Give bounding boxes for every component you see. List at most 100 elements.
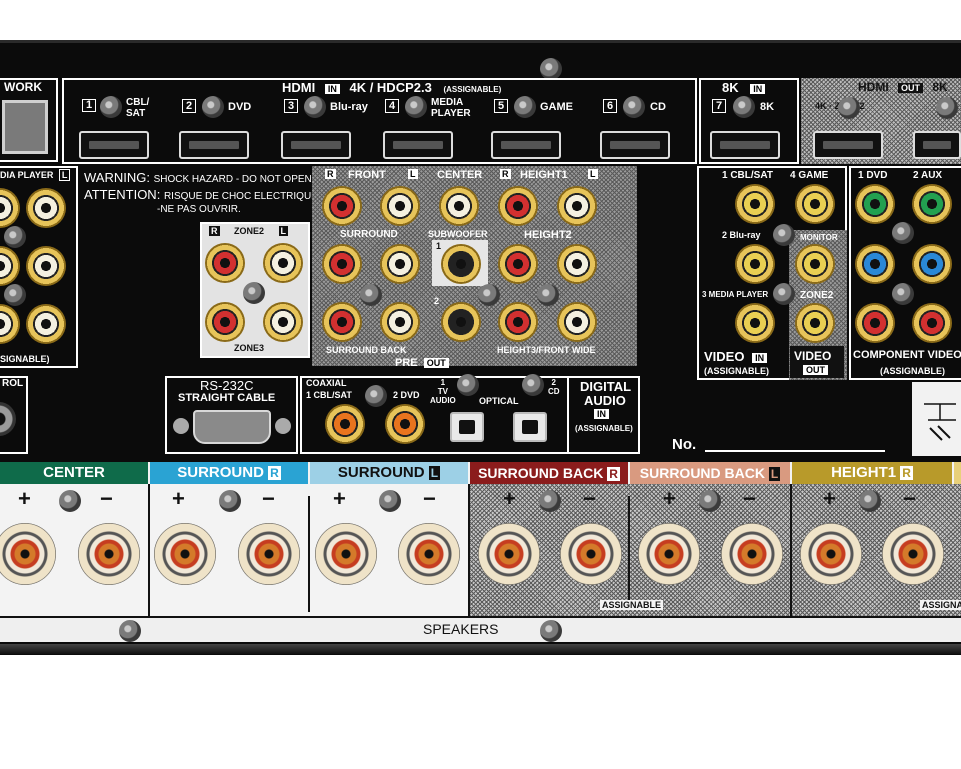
left-panel-title: DIA PLAYER [0, 170, 54, 180]
screw [4, 226, 26, 248]
hdmi-in-5[interactable] [491, 131, 561, 159]
optical-1-label: 1 TV AUDIO [430, 378, 456, 405]
zone3-r-jack[interactable] [205, 302, 245, 342]
hdmi-in-7[interactable] [710, 131, 780, 159]
screw [119, 620, 141, 642]
screw [514, 96, 536, 118]
hdmi-out-title: HDMI [858, 80, 889, 94]
preout-surroundback-r-jack[interactable] [322, 302, 362, 342]
component-2-pb-jack[interactable] [912, 244, 952, 284]
speaker-band-badge: R [268, 466, 281, 480]
monitor-out-jack[interactable] [795, 244, 835, 284]
speaker-terminal-center-minus[interactable] [78, 523, 140, 585]
speaker-terminal-surroundback-l-plus[interactable] [638, 523, 700, 585]
speaker-terminal-surroundback-l-minus[interactable] [721, 523, 783, 585]
zone2-r-jack[interactable] [205, 243, 245, 283]
minus-sign: − [903, 486, 916, 511]
plus-sign: + [333, 486, 346, 511]
screw [537, 284, 559, 306]
hdmi-port-4-label: 4 [385, 99, 403, 113]
preout-center-jack[interactable] [439, 186, 479, 226]
zone3-l-jack[interactable] [263, 302, 303, 342]
hdmi-in-2[interactable] [179, 131, 249, 159]
video-in-4-jack[interactable] [795, 184, 835, 224]
coaxial-2-jack[interactable] [385, 404, 425, 444]
speaker-assignable-label: ASSIGNABLE [600, 600, 664, 610]
hdmi-port-number: 2 [182, 99, 197, 113]
monitor-label: MONITOR [800, 233, 838, 242]
preout-height2-l-jack[interactable] [557, 244, 597, 284]
screw [539, 490, 561, 512]
preout-height3-r-jack[interactable] [498, 302, 538, 342]
preout-height1-l-jack[interactable] [557, 186, 597, 226]
rca-jack[interactable] [26, 304, 66, 344]
speakers-footer-label: SPEAKERS [423, 621, 499, 637]
speaker-band-surround-r: SURROUND R [150, 462, 308, 484]
speaker-terminal-surroundback-r-plus[interactable] [478, 523, 540, 585]
zone2-video-label: ZONE2 [800, 290, 834, 301]
plus-sign: + [823, 486, 836, 511]
speaker-terminal-height1-r-plus[interactable] [800, 523, 862, 585]
screw [540, 58, 562, 80]
hdmi-in-1[interactable] [79, 131, 149, 159]
component-2-y-jack[interactable] [912, 184, 952, 224]
screw [892, 222, 914, 244]
subwoofer-1-jack[interactable] [441, 244, 481, 284]
preout-front-r-jack[interactable] [322, 186, 362, 226]
video-in-2-jack[interactable] [735, 244, 775, 284]
preout-front-l-jack[interactable] [380, 186, 420, 226]
component-1-pr-jack[interactable] [855, 303, 895, 343]
plus-sign: + [503, 486, 516, 511]
speaker-terminal-surround-r-minus[interactable] [238, 523, 300, 585]
speaker-terminal-surround-r-plus[interactable] [154, 523, 216, 585]
hdmi-out-8k[interactable] [913, 131, 961, 159]
hdmi-in-3[interactable] [281, 131, 351, 159]
speaker-divider [468, 484, 470, 618]
screw [100, 96, 122, 118]
rca-jack[interactable] [26, 246, 66, 286]
subwoofer-2-label: 2 [434, 296, 440, 306]
minus-sign: − [423, 486, 436, 511]
hdmi-port-number: 4 [385, 99, 400, 113]
preout-surround-l-jack[interactable] [380, 244, 420, 284]
digital-audio-title1: DIGITAL [580, 379, 632, 394]
speaker-divider [308, 496, 310, 612]
speaker-terminal-surroundback-r-minus[interactable] [560, 523, 622, 585]
speaker-terminal-height1-r-minus[interactable] [882, 523, 944, 585]
subwoofer-2-jack[interactable] [441, 302, 481, 342]
screw [838, 97, 860, 119]
screw [304, 96, 326, 118]
video-in-1-jack[interactable] [735, 184, 775, 224]
screw [243, 282, 265, 304]
speaker-terminal-surround-l-minus[interactable] [398, 523, 460, 585]
preout-height3-l-jack[interactable] [557, 302, 597, 342]
optical-1-jack[interactable] [450, 412, 484, 442]
coaxial-1-label: 1 CBL/SAT [306, 390, 352, 400]
optical-2-jack[interactable] [513, 412, 547, 442]
hdmi-port-number: 3 [284, 99, 299, 113]
preout-surroundback-l-jack[interactable] [380, 302, 420, 342]
speaker-band-label: HEIGHT1 [831, 464, 897, 481]
zone2-video-out-jack[interactable] [795, 303, 835, 343]
hdmi-port-4-name: MEDIA PLAYER [431, 97, 471, 119]
preout-height1-r-jack[interactable] [498, 186, 538, 226]
component-1-y-jack[interactable] [855, 184, 895, 224]
preout-height2-r-jack[interactable] [498, 244, 538, 284]
hdmi-in-6[interactable] [600, 131, 670, 159]
rca-jack[interactable] [26, 188, 66, 228]
preout-subwoofer-label: SUBWOOFER [428, 229, 488, 239]
rs232-screw-left [173, 418, 189, 434]
rs232-port[interactable] [193, 410, 271, 444]
zone2-l-jack[interactable] [263, 243, 303, 283]
speaker-terminal-surround-l-plus[interactable] [315, 523, 377, 585]
hdmi-in-4[interactable] [383, 131, 453, 159]
preout-surround-r-jack[interactable] [322, 244, 362, 284]
video-in-3-jack[interactable] [735, 303, 775, 343]
ethernet-port[interactable] [2, 100, 48, 154]
hdmi-out-zone2[interactable] [813, 131, 883, 159]
hdmi-8k-in-badge: IN [750, 84, 766, 94]
component-1-pb-jack[interactable] [855, 244, 895, 284]
component-2-pr-jack[interactable] [912, 303, 952, 343]
component-assignable: (ASSIGNABLE) [880, 366, 945, 376]
coaxial-1-jack[interactable] [325, 404, 365, 444]
